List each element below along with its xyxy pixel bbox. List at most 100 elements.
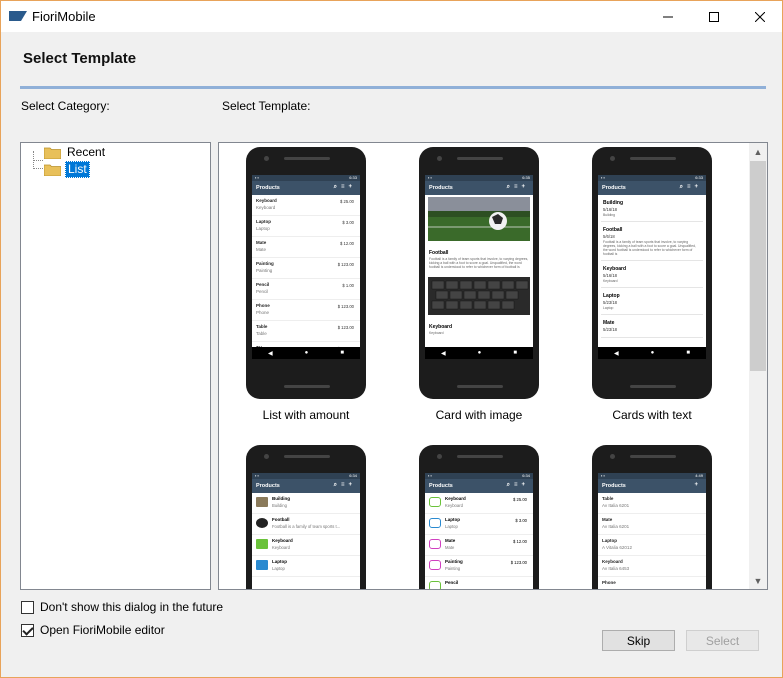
- header-divider: [20, 86, 766, 89]
- dialog-window: FioriMobile Select Template Select Categ…: [0, 0, 783, 678]
- folder-icon: [44, 164, 61, 176]
- item-thumbnail-icon: [256, 539, 268, 549]
- card-title: Football: [603, 227, 623, 233]
- card-date: 5/16/18: [603, 207, 617, 212]
- text-card: Football 5/6/18 Football is a family of te…: [601, 225, 703, 261]
- title-bar: FioriMobile: [1, 1, 782, 32]
- item-subtitle: Painting: [256, 268, 273, 273]
- back-icon: ◀: [614, 350, 619, 357]
- item-amount: $ 123.00: [337, 325, 354, 330]
- tree-connector: [33, 160, 43, 161]
- speaker: [284, 455, 330, 458]
- item-amount: $ 3.00: [342, 220, 354, 225]
- dont-show-label: Don't show this dialog in the future: [40, 600, 224, 614]
- app-bar-actions-icon: ⌕≡+: [333, 482, 356, 488]
- open-editor-option[interactable]: Open FioriMobile editor: [21, 623, 165, 637]
- gallery-scrollbar[interactable]: ▲ ▼: [749, 143, 767, 589]
- item-subtitle: Mate: [256, 247, 267, 252]
- item-title: Table: [602, 496, 614, 501]
- skip-button[interactable]: Skip: [602, 630, 675, 651]
- phone-preview: ▪ ▪ 6:35 Products ⌕≡+ Football Football is…: [419, 147, 539, 399]
- card-date: 5/6/18: [603, 234, 615, 239]
- app-bar: Products +: [598, 479, 706, 493]
- item-title: Pencil: [256, 282, 270, 287]
- camera: [437, 454, 442, 459]
- list-item: Mate Av Italia 6201: [598, 514, 706, 535]
- app-bar: Products ⌕≡+: [598, 181, 706, 195]
- item-title: Football: [272, 517, 290, 522]
- app-bar-actions-icon: ⌕≡+: [506, 482, 529, 488]
- list-item: Painting Painting $ 123.00: [252, 258, 360, 279]
- card-title: Building: [603, 200, 623, 206]
- speaker: [630, 385, 676, 388]
- category-tree[interactable]: Recent List: [20, 142, 211, 590]
- app-bar-title: Products: [429, 483, 453, 489]
- item-title: Laptop: [272, 559, 287, 564]
- list-rows: Keyboard Keyboard $ 25.00 Laptop Laptop $ 3.0…: [425, 493, 533, 589]
- app-bar-actions-icon: ⌕≡+: [333, 184, 356, 190]
- dont-show-option[interactable]: Don't show this dialog in the future: [21, 600, 223, 614]
- app-logo-icon: [9, 11, 27, 21]
- list-rows: Table Av Italia 6201 Mate Av Italia 6201 Lap…: [598, 493, 706, 589]
- list-rows: Keyboard Keyboard $ 25.00 Laptop Laptop $ 3.0…: [252, 195, 360, 359]
- speaker: [630, 157, 676, 160]
- app-bar-title: Products: [602, 483, 626, 489]
- scroll-down-button[interactable]: ▼: [749, 572, 767, 589]
- tree-item-recent[interactable]: Recent: [44, 144, 107, 160]
- minimize-button[interactable]: [645, 1, 691, 32]
- phone-preview: ▪ ▪ 6:33 Products ⌕≡+ Building 5/16/18 Build…: [592, 147, 712, 399]
- home-icon: ●: [304, 350, 309, 356]
- tree-item-list[interactable]: List: [44, 160, 90, 178]
- window-title: FioriMobile: [32, 9, 96, 24]
- card-text: Football is a family of team sports that…: [603, 240, 696, 256]
- text-card: Laptop 5/23/18 Laptop: [601, 291, 703, 315]
- phone-preview: ▪ ▪ 6:33 Products ⌕≡+ Keyboard Keyboard $ 25…: [246, 147, 366, 399]
- list-item: Keyboard Keyboard $ 25.00: [425, 493, 533, 514]
- nav-bar: ◀ ● ■: [425, 347, 533, 359]
- speaker: [284, 157, 330, 160]
- item-thumbnail-icon: [256, 518, 268, 528]
- app-bar: Products ⌕≡+: [425, 479, 533, 493]
- app-bar-actions-icon: ⌕≡+: [506, 184, 529, 190]
- list-item: Table Av Italia 6201: [598, 493, 706, 514]
- maximize-button[interactable]: [691, 1, 737, 32]
- card-date: 5/16/18: [603, 273, 617, 278]
- tree-connector-vertical: [33, 151, 34, 169]
- template-caption: Cards with text: [612, 408, 692, 422]
- close-button[interactable]: [737, 1, 783, 32]
- item-amount: $ 123.00: [337, 304, 354, 309]
- list-item: Painting Painting $ 123.00: [425, 556, 533, 577]
- select-button[interactable]: Select: [686, 630, 759, 651]
- text-card: Mate 5/23/18: [601, 318, 703, 338]
- dont-show-checkbox[interactable]: [21, 600, 34, 614]
- item-amount: $ 123.00: [337, 262, 354, 267]
- item-subtitle: Building: [272, 503, 287, 508]
- card-text: Laptop: [603, 306, 614, 310]
- item-title: Phone: [602, 580, 616, 585]
- open-editor-checkbox[interactable]: [21, 623, 34, 637]
- card-title: Keyboard: [429, 324, 453, 330]
- camera: [264, 156, 269, 161]
- scroll-up-button[interactable]: ▲: [749, 143, 767, 160]
- maximize-icon: [709, 11, 719, 22]
- chevron-up-icon: ▲: [753, 146, 763, 157]
- card-title: Keyboard: [603, 266, 627, 272]
- text-card: Keyboard 5/16/18 Keyboard: [601, 264, 703, 288]
- item-icon: [429, 581, 441, 589]
- list-item: Keyboard Av Italia 6453: [598, 556, 706, 577]
- item-amount: $ 25.00: [340, 199, 354, 204]
- app-bar-title: Products: [429, 185, 453, 191]
- back-icon: ◀: [268, 350, 273, 357]
- item-subtitle: Keyboard: [256, 205, 276, 210]
- camera: [610, 156, 615, 161]
- recents-icon: ■: [513, 350, 517, 356]
- camera: [437, 156, 442, 161]
- scroll-thumb[interactable]: [750, 161, 766, 371]
- camera: [610, 454, 615, 459]
- item-subtitle: Av Italia 6453: [602, 566, 630, 571]
- item-subtitle: Keyboard: [445, 503, 463, 508]
- template-gallery: ▪ ▪ 6:33 Products ⌕≡+ Keyboard Keyboard $ 25…: [218, 142, 768, 590]
- card-text: Keyboard: [429, 331, 444, 335]
- open-editor-label: Open FioriMobile editor: [40, 623, 165, 637]
- list-item: Laptop Laptop: [252, 556, 360, 577]
